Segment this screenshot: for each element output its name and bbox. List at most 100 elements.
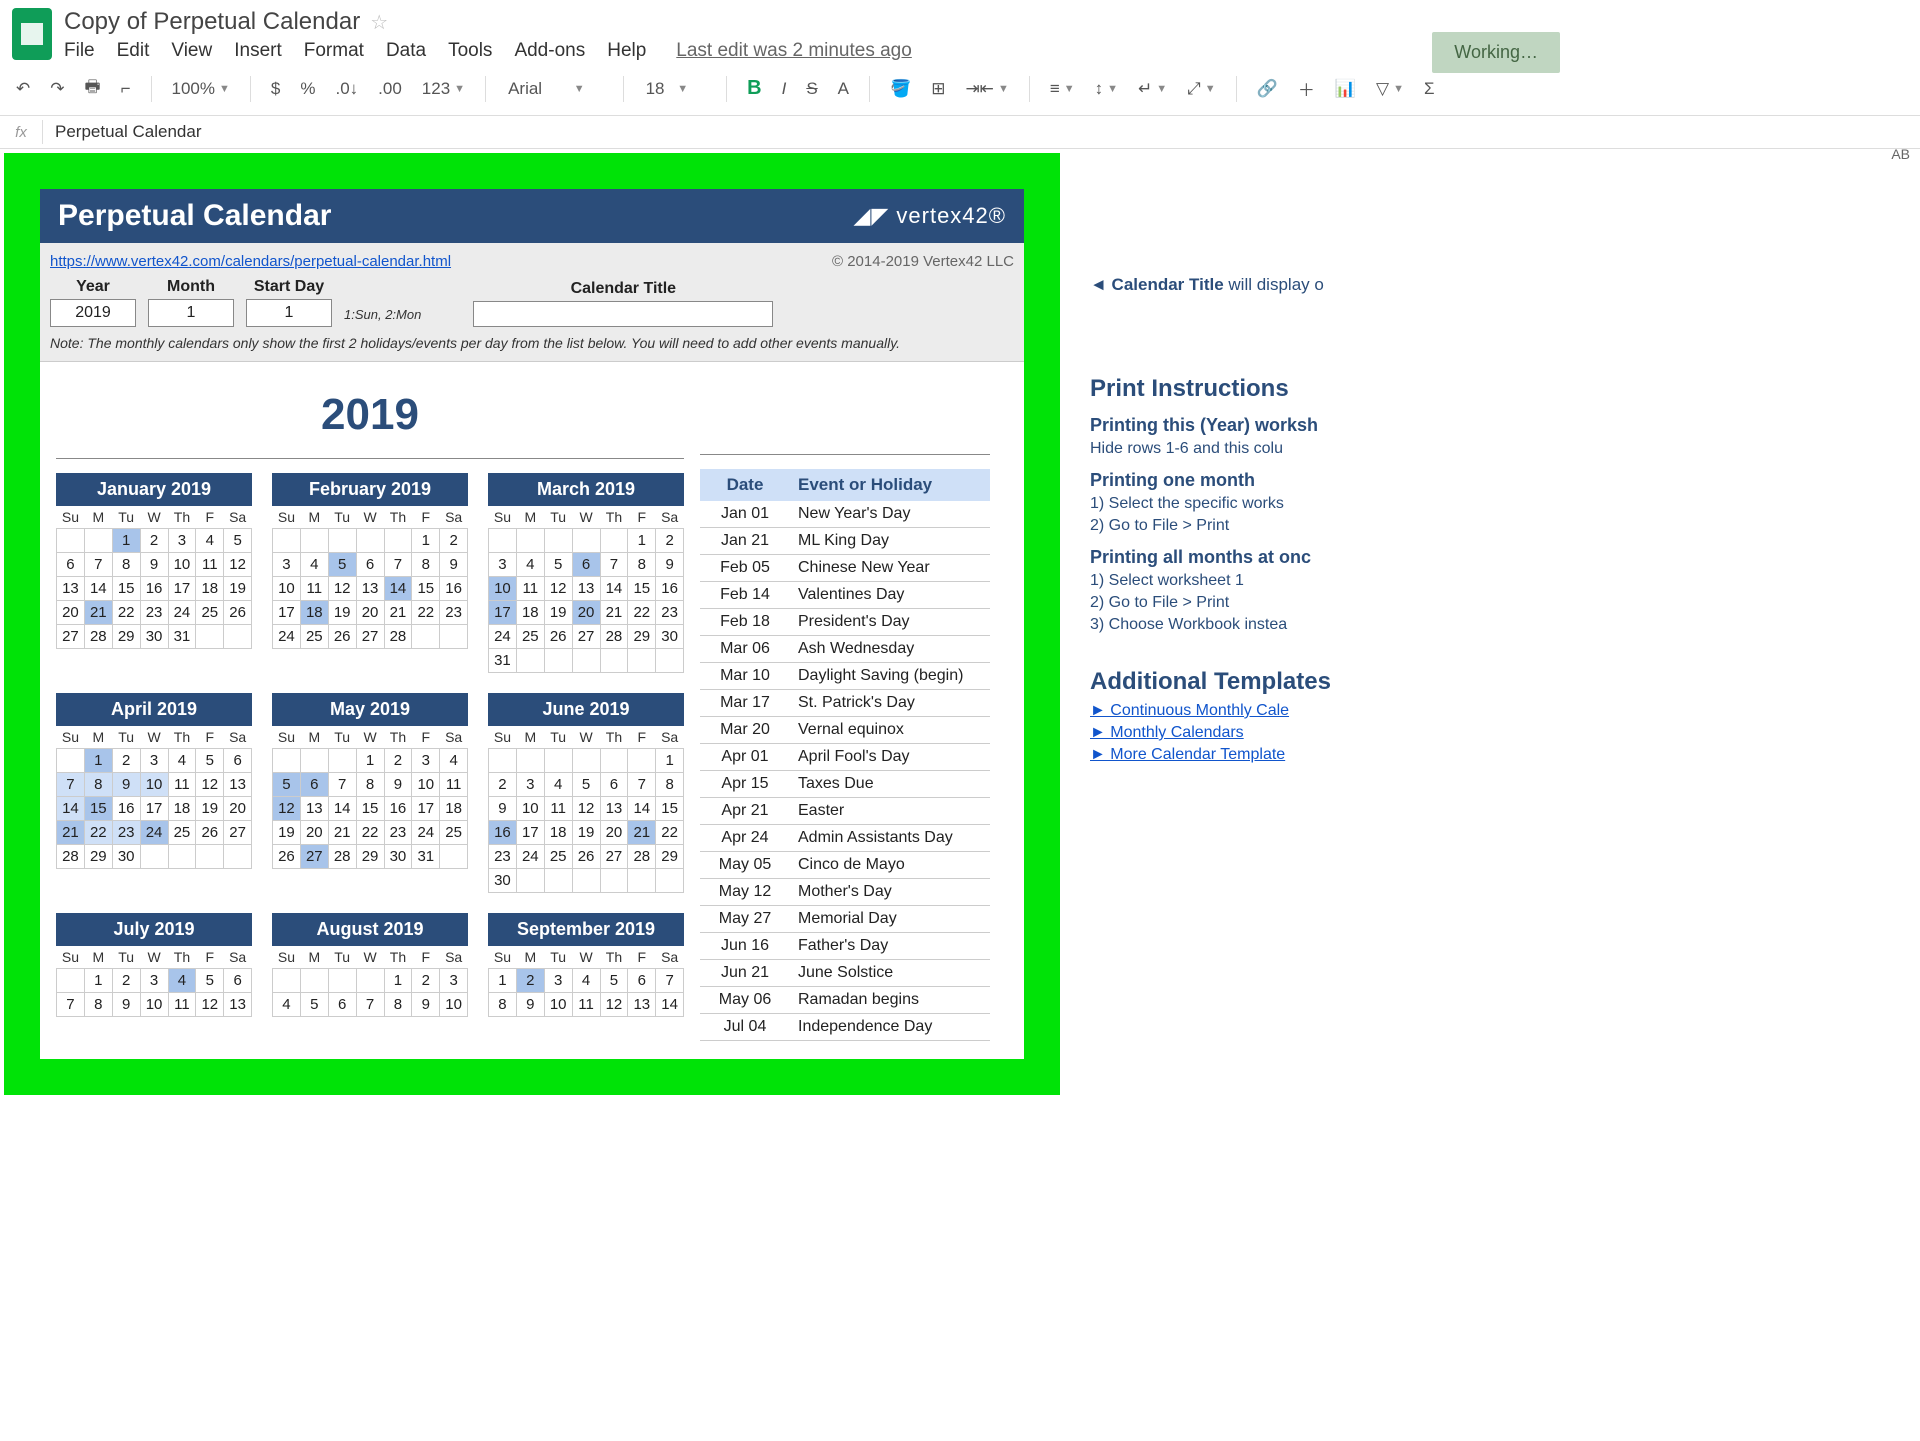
cal-cell[interactable]: 2	[440, 529, 468, 553]
cal-cell[interactable]	[328, 969, 356, 993]
cal-cell[interactable]: 26	[572, 845, 600, 869]
cal-cell[interactable]: 23	[440, 601, 468, 625]
cal-cell[interactable]	[273, 969, 301, 993]
cal-cell[interactable]: 29	[112, 625, 140, 649]
cal-cell[interactable]: 28	[628, 845, 656, 869]
cal-cell[interactable]: 5	[224, 529, 252, 553]
cal-cell[interactable]: 9	[384, 773, 412, 797]
cal-cell[interactable]: 19	[328, 601, 356, 625]
cal-cell[interactable]: 26	[196, 821, 224, 845]
cal-cell[interactable]	[544, 869, 572, 893]
zoom-select[interactable]: 100% ▼	[166, 75, 236, 103]
cal-cell[interactable]	[356, 969, 384, 993]
cal-cell[interactable]: 1	[84, 969, 112, 993]
cal-cell[interactable]: 6	[600, 773, 628, 797]
italic-icon[interactable]: I	[776, 75, 793, 103]
year-input[interactable]: 2019	[50, 299, 136, 327]
cal-cell[interactable]: 4	[544, 773, 572, 797]
merge-cells-icon[interactable]: ⇥⇤ ▼	[959, 75, 1014, 103]
increase-decimals-icon[interactable]: .00	[372, 75, 408, 103]
cal-cell[interactable]: 4	[168, 969, 196, 993]
cal-cell[interactable]	[516, 869, 544, 893]
cal-cell[interactable]: 2	[412, 969, 440, 993]
cal-cell[interactable]: 14	[328, 797, 356, 821]
cal-cell[interactable]: 23	[384, 821, 412, 845]
event-row[interactable]: Jul 04Independence Day	[700, 1014, 990, 1041]
cal-cell[interactable]: 27	[300, 845, 328, 869]
cal-cell[interactable]	[440, 625, 468, 649]
cal-cell[interactable]: 11	[516, 577, 544, 601]
paint-format-icon[interactable]: ⌐	[115, 75, 137, 103]
cal-cell[interactable]: 9	[516, 993, 544, 1017]
cal-cell[interactable]: 14	[84, 577, 112, 601]
cal-cell[interactable]: 25	[544, 845, 572, 869]
cal-cell[interactable]: 23	[489, 845, 517, 869]
cal-cell[interactable]: 24	[140, 821, 168, 845]
cal-cell[interactable]: 30	[489, 869, 517, 893]
cal-cell[interactable]: 2	[140, 529, 168, 553]
cal-cell[interactable]: 19	[196, 797, 224, 821]
cal-cell[interactable]: 14	[600, 577, 628, 601]
cal-cell[interactable]: 4	[168, 749, 196, 773]
cal-cell[interactable]	[544, 649, 572, 673]
cal-cell[interactable]: 1	[112, 529, 140, 553]
cal-cell[interactable]: 2	[656, 529, 684, 553]
cal-cell[interactable]: 27	[572, 625, 600, 649]
addl-link-1[interactable]: ► Continuous Monthly Cale	[1090, 702, 1289, 719]
cal-cell[interactable]: 30	[140, 625, 168, 649]
cal-cell[interactable]: 13	[572, 577, 600, 601]
cal-cell[interactable]: 4	[516, 553, 544, 577]
cal-cell[interactable]: 10	[489, 577, 517, 601]
cal-cell[interactable]: 19	[572, 821, 600, 845]
event-row[interactable]: Feb 18President's Day	[700, 609, 990, 636]
cal-cell[interactable]: 5	[572, 773, 600, 797]
cal-cell[interactable]: 20	[224, 797, 252, 821]
chart-icon[interactable]: 📊	[1329, 75, 1362, 103]
menu-edit[interactable]: Edit	[117, 40, 150, 62]
cal-cell[interactable]: 31	[412, 845, 440, 869]
cal-cell[interactable]: 5	[196, 969, 224, 993]
event-row[interactable]: May 12Mother's Day	[700, 879, 990, 906]
cal-cell[interactable]	[489, 529, 517, 553]
cal-cell[interactable]: 10	[168, 553, 196, 577]
cal-cell[interactable]: 24	[273, 625, 301, 649]
column-label-ab[interactable]: AB	[1891, 146, 1910, 162]
menu-view[interactable]: View	[171, 40, 212, 62]
event-row[interactable]: Jun 16Father's Day	[700, 933, 990, 960]
month-input[interactable]: 1	[148, 299, 234, 327]
cal-cell[interactable]: 28	[384, 625, 412, 649]
menu-insert[interactable]: Insert	[234, 40, 282, 62]
comment-icon[interactable]: ＋	[1292, 72, 1321, 105]
cal-cell[interactable]: 8	[84, 773, 112, 797]
link-icon[interactable]: 🔗	[1251, 75, 1284, 103]
event-row[interactable]: Feb 14Valentines Day	[700, 582, 990, 609]
cal-cell[interactable]	[600, 749, 628, 773]
cal-cell[interactable]: 12	[273, 797, 301, 821]
cal-cell[interactable]: 21	[84, 601, 112, 625]
cal-cell[interactable]: 7	[384, 553, 412, 577]
cal-cell[interactable]	[328, 529, 356, 553]
wrap-icon[interactable]: ↵ ▼	[1132, 75, 1173, 103]
menu-file[interactable]: File	[64, 40, 95, 62]
cal-cell[interactable]	[600, 869, 628, 893]
cal-cell[interactable]	[628, 749, 656, 773]
cal-cell[interactable]: 3	[140, 969, 168, 993]
more-formats-icon[interactable]: 123 ▼	[416, 75, 471, 103]
cal-cell[interactable]: 8	[656, 773, 684, 797]
cal-cell[interactable]	[168, 845, 196, 869]
cal-cell[interactable]: 1	[489, 969, 517, 993]
cal-cell[interactable]: 3	[412, 749, 440, 773]
cal-cell[interactable]: 14	[628, 797, 656, 821]
cal-cell[interactable]	[84, 529, 112, 553]
cal-cell[interactable]: 8	[356, 773, 384, 797]
cal-cell[interactable]: 2	[112, 749, 140, 773]
cal-cell[interactable]: 17	[489, 601, 517, 625]
cal-cell[interactable]: 8	[489, 993, 517, 1017]
cal-cell[interactable]: 25	[440, 821, 468, 845]
cal-cell[interactable]: 1	[384, 969, 412, 993]
cal-cell[interactable]: 22	[84, 821, 112, 845]
cal-cell[interactable]: 6	[572, 553, 600, 577]
cal-cell[interactable]	[572, 649, 600, 673]
cal-cell[interactable]: 27	[356, 625, 384, 649]
cal-cell[interactable]: 13	[628, 993, 656, 1017]
